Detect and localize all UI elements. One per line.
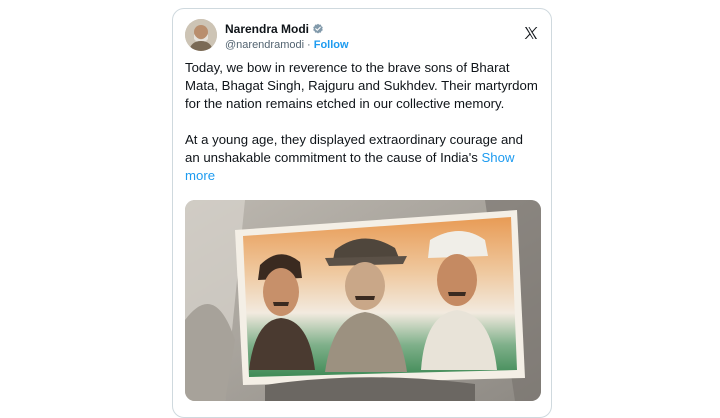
verified-badge-icon [313, 23, 323, 34]
tweet-paragraph: At a young age, they displayed extraordi… [185, 131, 541, 185]
tweet-text: Today, we bow in reverence to the brave … [185, 59, 541, 185]
author-display-name[interactable]: Narendra Modi [225, 22, 309, 36]
avatar[interactable] [185, 19, 217, 51]
x-logo-icon[interactable] [523, 25, 539, 41]
tweet-paragraph: Today, we bow in reverence to the brave … [185, 60, 538, 111]
tweet-header: Narendra Modi @narendramodi · Follow [185, 19, 539, 63]
tweet-paragraph-text: At a young age, they displayed extraordi… [185, 132, 523, 165]
tweet-card[interactable]: Narendra Modi @narendramodi · Follow Tod… [172, 8, 552, 418]
follow-button[interactable]: Follow [314, 39, 349, 51]
author-handle[interactable]: @narendramodi [225, 39, 304, 51]
freedom-fighters-poster-image [185, 200, 541, 401]
tweet-media-image[interactable] [185, 200, 541, 401]
handle-separator: · [307, 39, 311, 51]
